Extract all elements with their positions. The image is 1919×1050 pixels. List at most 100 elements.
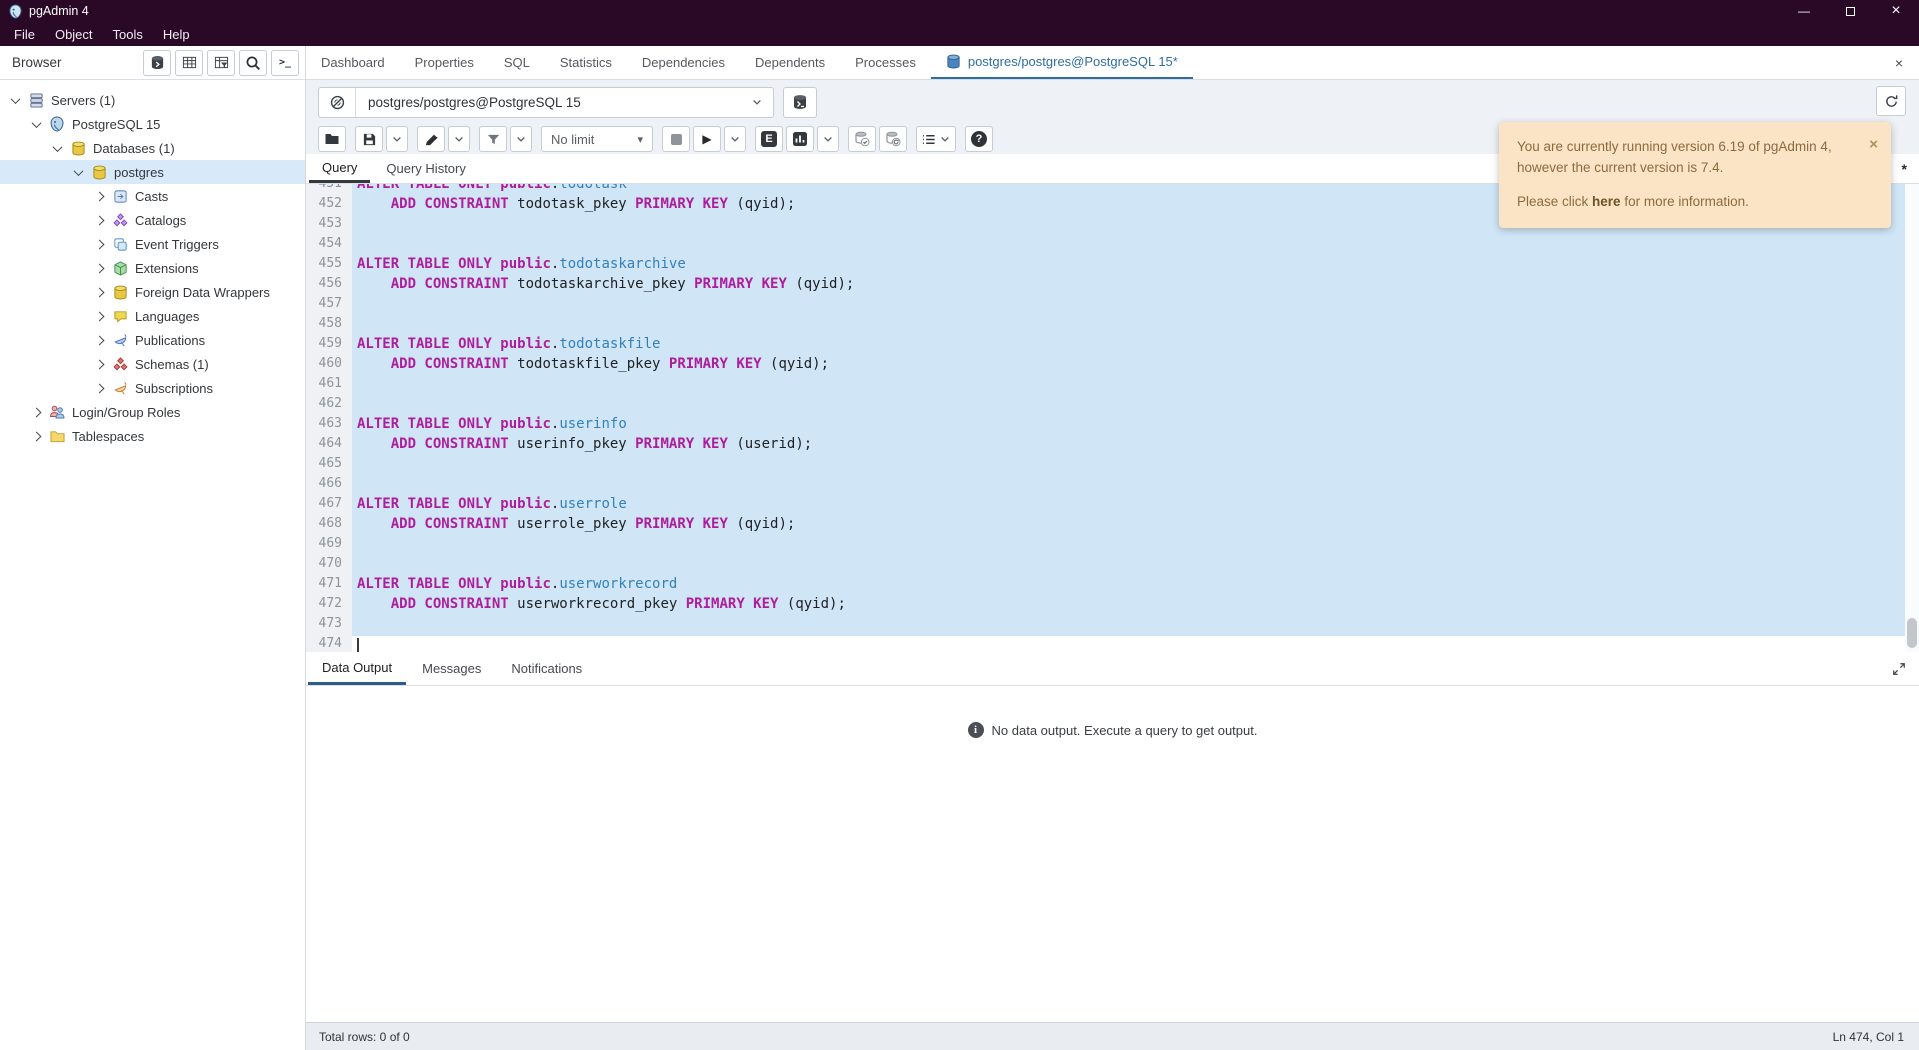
tab-dependencies[interactable]: Dependencies [627,46,740,79]
expand-chevron-icon[interactable] [95,335,105,345]
tree-item-login-group-roles[interactable]: Login/Group Roles [0,400,305,424]
tree-item-tablespaces[interactable]: Tablespaces [0,424,305,448]
tab-dashboard[interactable]: Dashboard [306,46,400,79]
minimize-button[interactable]: — [1781,0,1827,22]
scrollbar-thumb[interactable] [1907,618,1917,648]
open-file-button[interactable] [318,126,346,152]
execute-menu-button[interactable] [724,126,746,152]
output-tab-notifications[interactable]: Notifications [497,652,596,685]
tab-processes[interactable]: Processes [840,46,931,79]
chevron-down-icon[interactable] [741,88,773,117]
expand-chevron-icon[interactable] [32,407,42,417]
maximize-button[interactable] [1827,0,1873,22]
rollback-button[interactable] [879,126,907,152]
browser-title: Browser [12,55,62,70]
macros-button[interactable] [916,126,956,152]
tree-item-servers[interactable]: Servers (1) [0,88,305,112]
close-window-button[interactable]: × [1873,0,1919,22]
collapse-chevron-icon[interactable] [74,166,84,176]
edit-menu-button[interactable] [448,126,470,152]
subtab-query[interactable]: Query [309,154,370,183]
menu-tools[interactable]: Tools [103,27,153,42]
expand-chevron-icon[interactable] [95,359,105,369]
cancel-query-button[interactable] [662,126,690,152]
code-line: ADD CONSTRAINT userinfo_pkey PRIMARY KEY… [352,436,1905,456]
expand-chevron-icon[interactable] [95,191,105,201]
filtered-rows-button[interactable] [207,50,235,76]
line-number: 471 [306,576,352,596]
tree-item-languages[interactable]: Languages [0,304,305,328]
explain-button[interactable]: E [755,126,783,152]
tab-sql[interactable]: SQL [489,46,545,79]
expand-chevron-icon[interactable] [95,239,105,249]
tree-item-extensions[interactable]: Extensions [0,256,305,280]
tree-item-catalogs[interactable]: Catalogs [0,208,305,232]
tree-item-subscriptions[interactable]: Subscriptions [0,376,305,400]
expand-panel-icon[interactable] [1879,652,1919,685]
explain-menu-button[interactable] [817,126,839,152]
tree-item-foreign-data-wrappers[interactable]: Foreign Data Wrappers [0,280,305,304]
connection-status-icon[interactable] [319,88,356,117]
filter-button[interactable] [479,126,507,152]
expand-chevron-icon[interactable] [32,431,42,441]
sql-editor[interactable]: 4514524534544554564574584594604614624634… [306,184,1919,652]
tab-dependents[interactable]: Dependents [740,46,840,79]
here-link[interactable]: here [1592,194,1621,209]
tree-item-databases[interactable]: Databases (1) [0,136,305,160]
view-data-button[interactable] [175,50,203,76]
tree-item-label: Foreign Data Wrappers [135,285,270,300]
collapse-chevron-icon[interactable] [11,94,21,104]
line-number: 463 [306,416,352,436]
expand-chevron-icon[interactable] [95,311,105,321]
filter-menu-button[interactable] [510,126,532,152]
code-line [352,236,1905,256]
expand-chevron-icon[interactable] [95,215,105,225]
expand-chevron-icon[interactable] [95,383,105,393]
collapse-chevron-icon[interactable] [53,142,63,152]
commit-button[interactable] [848,126,876,152]
tree-item-schemas[interactable]: Schemas (1) [0,352,305,376]
connection-select[interactable]: postgres/postgres@PostgreSQL 15 [356,88,741,117]
caret-down-icon: ▾ [637,133,643,146]
expand-chevron-icon[interactable] [95,263,105,273]
save-menu-button[interactable] [386,126,408,152]
panel-more-icon[interactable]: * [1890,154,1919,183]
tab-query-tool-active[interactable]: postgres/postgres@PostgreSQL 15* [931,46,1193,79]
psql-tool-button[interactable]: >_ [271,50,299,76]
tree-item-event-triggers[interactable]: Event Triggers [0,232,305,256]
collapse-chevron-icon[interactable] [32,118,42,128]
output-tab-data-output[interactable]: Data Output [308,652,406,685]
line-number: 452 [306,196,352,216]
tab-statistics[interactable]: Statistics [545,46,627,79]
search-objects-button[interactable] [239,50,267,76]
menu-file[interactable]: File [4,27,45,42]
subtab-query-history[interactable]: Query History [373,154,478,183]
save-button[interactable] [355,126,383,152]
close-tab-icon[interactable]: × [1879,46,1919,79]
new-query-tool-button[interactable] [783,87,817,118]
browser-header: Browser >_ [0,46,305,80]
tree-item-postgresql-15[interactable]: PostgreSQL 15 [0,112,305,136]
toast-close-icon[interactable]: × [1869,133,1878,156]
row-limit-select[interactable]: No limit ▾ [541,126,653,152]
help-button[interactable]: ? [965,126,993,152]
menu-help[interactable]: Help [153,27,200,42]
editor-scrollbar[interactable] [1905,184,1919,652]
output-tab-messages[interactable]: Messages [408,652,495,685]
explain-icon: E [761,131,777,147]
tree-item-publications[interactable]: Publications [0,328,305,352]
browser-panel: Browser >_ Servers (1)PostgreSQL 15Datab… [0,46,306,1050]
menu-object[interactable]: Object [45,27,103,42]
tree-item-postgres[interactable]: postgres [0,160,305,184]
chevron-down-icon [453,133,465,145]
tab-properties[interactable]: Properties [400,46,489,79]
query-tool-button[interactable] [143,50,171,76]
data-output-panel: i No data output. Execute a query to get… [306,686,1919,1022]
refresh-layout-button[interactable] [1876,86,1906,116]
explain-analyze-button[interactable] [786,126,814,152]
tree-item-casts[interactable]: Casts [0,184,305,208]
expand-chevron-icon[interactable] [95,287,105,297]
edit-button[interactable] [417,126,445,152]
execute-button[interactable]: ▶ [693,126,721,152]
querytool-connection-bar: postgres/postgres@PostgreSQL 15 [306,80,1919,124]
